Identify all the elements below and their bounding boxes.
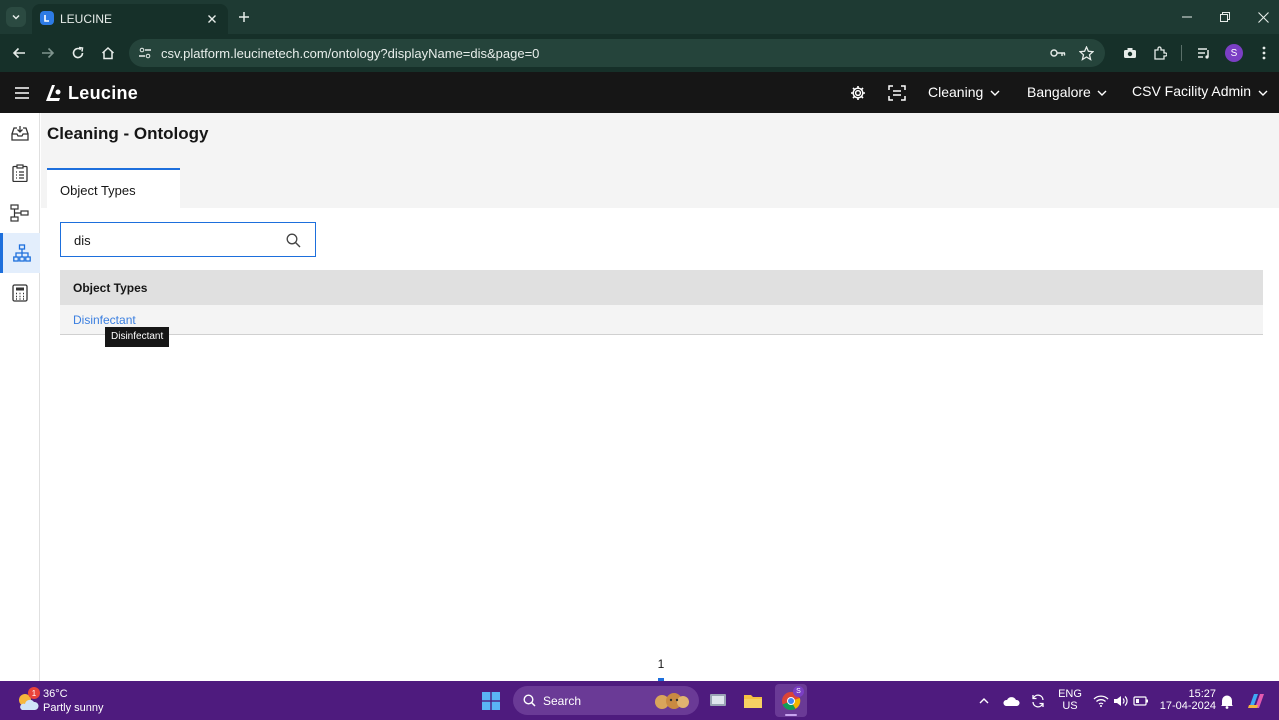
copilot-icon[interactable]	[1244, 689, 1268, 713]
pagination-page-label: 1	[657, 657, 665, 671]
windows-start-icon[interactable]	[480, 690, 502, 712]
os-taskbar: 1 36°C Partly sunny Search S ENG US 15:2…	[0, 681, 1279, 720]
page-title: Cleaning - Ontology	[47, 124, 209, 143]
tab-panel: dis Object Types Disinfectant Disinfecta…	[41, 208, 1279, 681]
language-indicator[interactable]: ENG US	[1056, 688, 1084, 712]
reload-icon[interactable]	[67, 42, 89, 64]
browser-tab[interactable]: LEUCINE	[32, 4, 228, 34]
tab-close-icon[interactable]	[204, 11, 220, 27]
sync-icon[interactable]	[1028, 692, 1048, 710]
file-explorer-icon[interactable]	[741, 689, 765, 713]
site-info-icon[interactable]	[137, 45, 153, 61]
toolbar-divider	[1181, 45, 1182, 61]
media-controls-icon[interactable]	[1194, 43, 1214, 63]
task-view-icon[interactable]	[706, 689, 730, 713]
active-app-indicator	[785, 714, 797, 716]
volume-icon[interactable]	[1112, 692, 1130, 710]
weather-badge: 1	[28, 687, 40, 699]
search-input[interactable]: dis	[60, 222, 316, 257]
browser-menu-icon[interactable]	[1256, 43, 1272, 63]
leucine-favicon-icon	[40, 11, 54, 25]
table-row: Disinfectant	[60, 305, 1263, 335]
chrome-profile-initial: S	[796, 688, 801, 695]
new-tab-icon[interactable]	[234, 7, 254, 27]
pagination-page-1[interactable]: 1	[653, 657, 669, 671]
back-icon[interactable]	[8, 42, 30, 64]
search-icon[interactable]	[283, 230, 303, 250]
search-highlight-icon	[651, 689, 693, 712]
close-window-icon[interactable]	[1252, 6, 1274, 28]
forward-icon[interactable]	[37, 42, 59, 64]
chevron-down-icon	[1256, 86, 1270, 100]
show-hidden-icons-chevron-icon[interactable]	[976, 693, 992, 709]
table-header: Object Types	[60, 270, 1263, 305]
language-code: ENG	[1058, 688, 1082, 700]
taskbar-search-label: Search	[543, 694, 582, 708]
address-bar[interactable]: csv.platform.leucinetech.com/ontology?di…	[129, 39, 1105, 67]
chrome-taskbar-button[interactable]: S	[775, 684, 807, 717]
password-key-icon[interactable]	[1049, 45, 1067, 61]
weather-widget[interactable]: 1 36°C Partly sunny	[8, 685, 118, 717]
extensions-icon[interactable]	[1150, 43, 1170, 63]
clock-date: 17-04-2024	[1159, 700, 1216, 712]
app-header: Leucine Cleaning Bangalore CSV Facility …	[0, 72, 1279, 113]
tooltip: Disinfectant	[105, 327, 170, 347]
profile-initial: S	[1230, 47, 1238, 59]
use-case-dropdown[interactable]: Cleaning	[928, 72, 1004, 113]
settings-gear-icon[interactable]	[848, 83, 868, 103]
sidebar-item-processes[interactable]	[0, 193, 40, 233]
tab-title: LEUCINE	[60, 12, 113, 26]
use-case-label: Cleaning	[928, 84, 984, 100]
app-sidebar	[0, 113, 40, 681]
brand-name: Leucine	[68, 83, 139, 103]
minimize-window-icon[interactable]	[1176, 6, 1198, 28]
weather-badge-count: 1	[31, 688, 37, 698]
table-header-label: Object Types	[73, 281, 148, 295]
facility-dropdown[interactable]: Bangalore	[1027, 72, 1111, 113]
search-icon	[522, 693, 537, 708]
calculator-icon	[12, 284, 28, 302]
user-role-dropdown[interactable]: CSV Facility Admin	[1132, 72, 1272, 113]
profile-avatar[interactable]: S	[1225, 44, 1243, 62]
main-content: Cleaning - Ontology Object Types dis Obj…	[41, 113, 1279, 681]
sidebar-item-ontology[interactable]	[0, 233, 40, 273]
tab-search-chevron-icon[interactable]	[6, 7, 26, 27]
notification-bell-icon[interactable]	[1218, 692, 1236, 710]
sidebar-item-reports[interactable]	[0, 273, 40, 313]
tab-object-types-label: Object Types	[60, 183, 136, 198]
home-icon[interactable]	[97, 42, 119, 64]
restore-window-icon[interactable]	[1214, 6, 1236, 28]
chrome-profile-badge: S	[793, 686, 804, 697]
search-input-value: dis	[74, 233, 91, 248]
wifi-icon[interactable]	[1092, 692, 1110, 710]
leucine-logo-icon	[42, 82, 64, 104]
sidebar-item-inbox[interactable]	[0, 113, 40, 153]
facility-label: Bangalore	[1027, 84, 1091, 100]
sidebar-item-checklists[interactable]	[0, 153, 40, 193]
process-flow-icon	[10, 204, 29, 222]
taskbar-search[interactable]: Search	[513, 686, 699, 715]
scan-icon[interactable]	[886, 83, 908, 103]
weather-desc: Partly sunny	[43, 702, 104, 714]
clock[interactable]: 15:27 17-04-2024	[1158, 688, 1216, 712]
inbox-icon	[11, 126, 29, 141]
onedrive-cloud-icon[interactable]	[1001, 692, 1021, 710]
region-code: US	[1062, 700, 1078, 712]
weather-temp: 36°C	[43, 688, 68, 700]
battery-icon[interactable]	[1132, 692, 1150, 710]
hamburger-menu-icon[interactable]	[12, 83, 32, 103]
chevron-down-icon	[1095, 86, 1109, 100]
browser-tab-strip: LEUCINE	[0, 0, 1279, 34]
bookmark-star-icon[interactable]	[1077, 44, 1095, 62]
screenshot-camera-icon[interactable]	[1120, 43, 1140, 63]
tab-object-types[interactable]: Object Types	[47, 168, 180, 208]
clipboard-list-icon	[12, 164, 28, 182]
user-role-label: CSV Facility Admin	[1132, 83, 1252, 99]
url-text: csv.platform.leucinetech.com/ontology?di…	[161, 46, 540, 61]
hierarchy-icon	[12, 244, 31, 262]
chevron-down-icon	[988, 86, 1002, 100]
object-type-link[interactable]: Disinfectant	[73, 313, 136, 327]
clock-time: 15:27	[1188, 688, 1216, 700]
